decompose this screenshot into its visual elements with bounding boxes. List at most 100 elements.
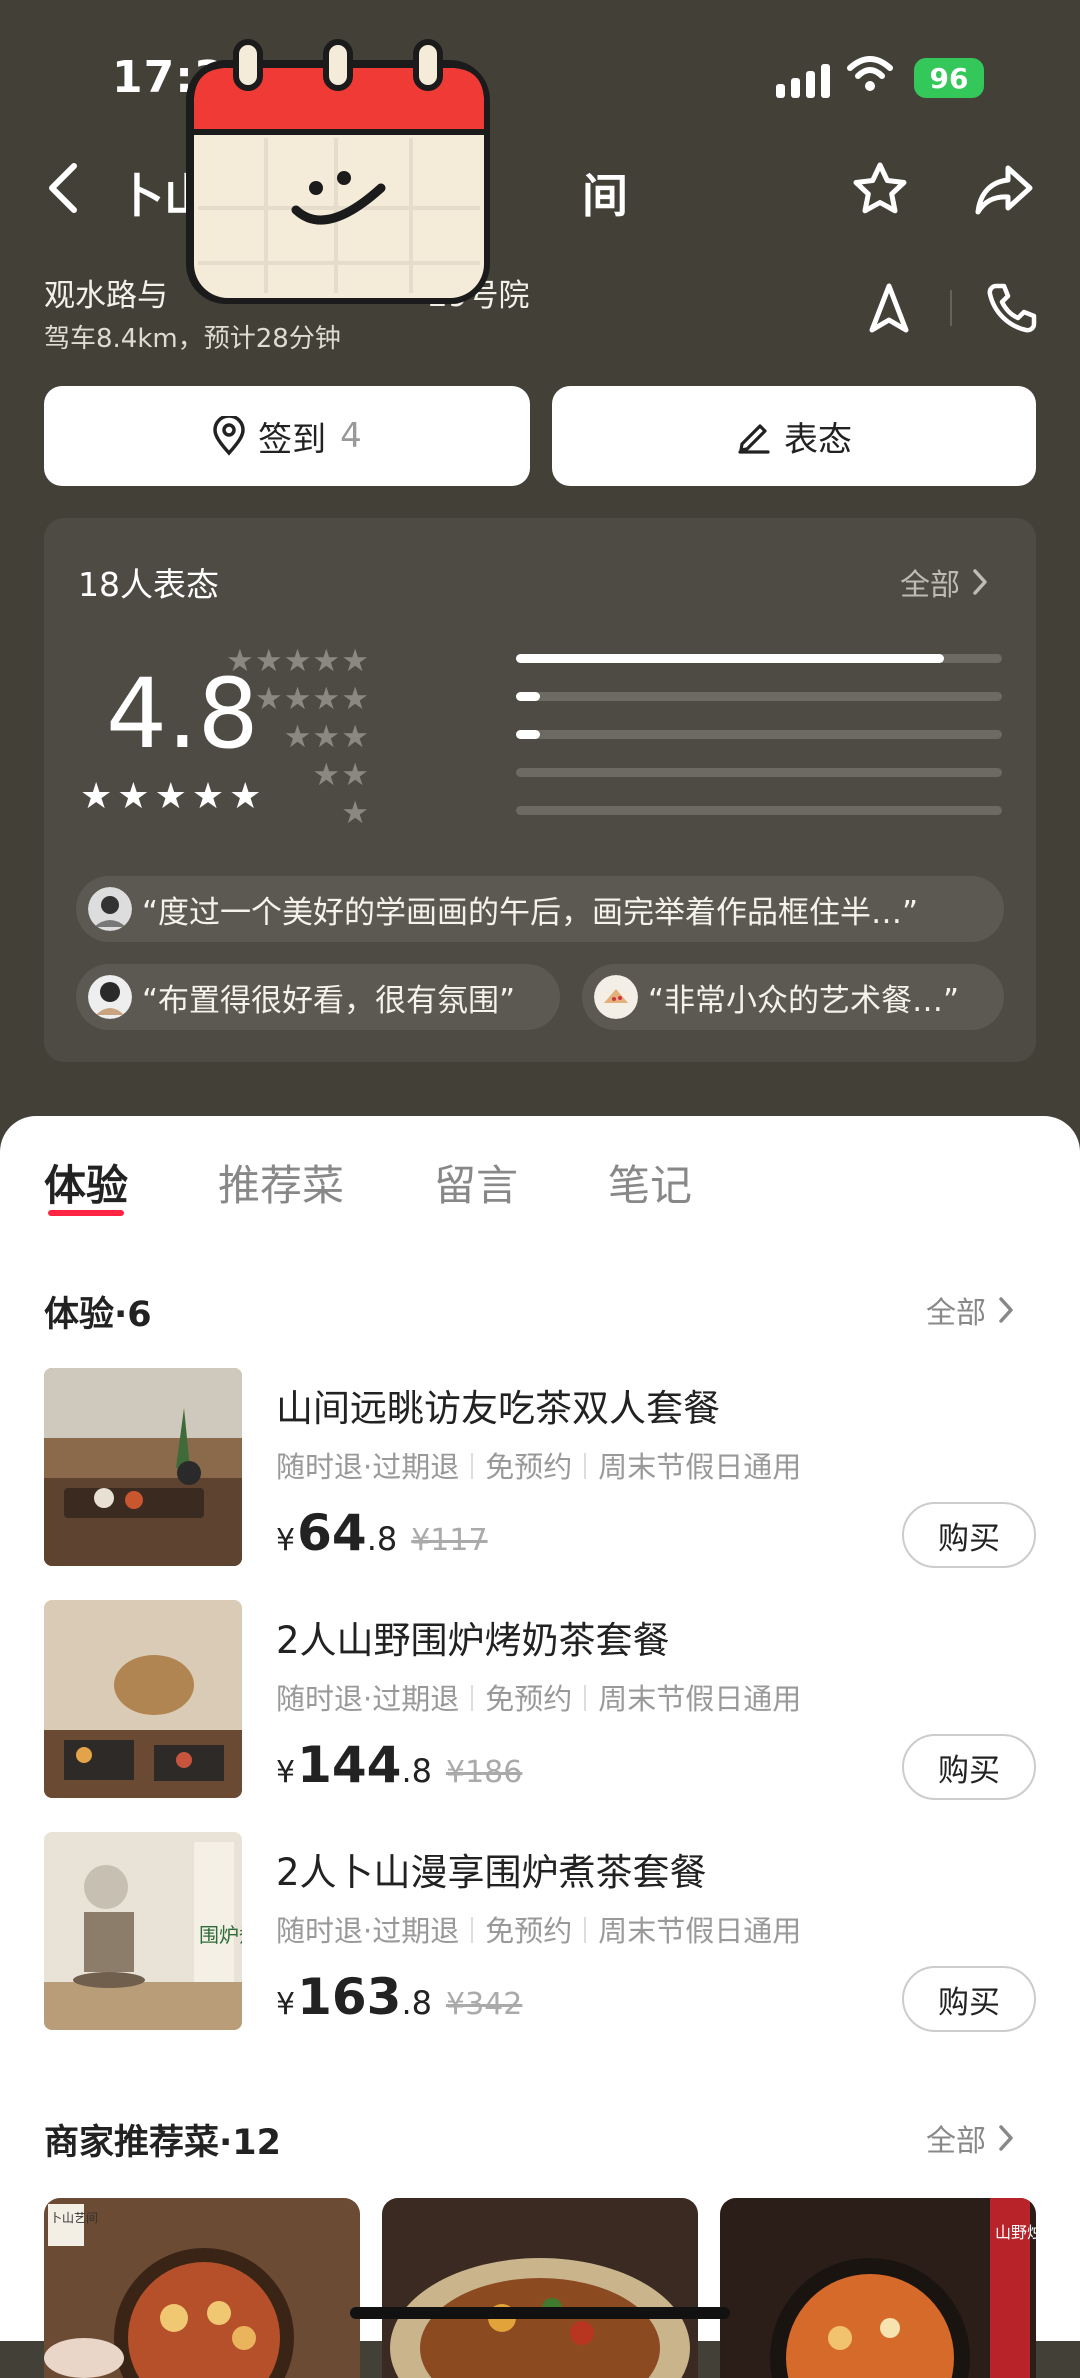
- price-decimal: .8: [401, 1752, 432, 1790]
- avatar: [88, 975, 132, 1019]
- quote-text: “非常小众的艺术餐…”: [648, 982, 960, 1019]
- content-sheet: 体验 推荐菜 留言 笔记 体验·6 全部 山间远眺访友吃茶双人套餐 随时退·过期…: [0, 1116, 1080, 2378]
- price-integer: 64: [297, 1504, 367, 1562]
- buy-button[interactable]: 购买: [902, 1966, 1036, 2032]
- buy-label: 购买: [938, 1752, 1000, 1789]
- original-price: ¥117: [411, 1523, 488, 1558]
- home-indicator[interactable]: [350, 2307, 730, 2319]
- rating-card: 18人表态 全部 4.8 ★ ★ ★ ★ ★ ★★★★★ ★★★★ ★★★ ★★ ★ “…: [44, 518, 1036, 1062]
- deal-tag: 免预约: [485, 1914, 573, 1948]
- deal-price: ¥163.8 ¥342: [276, 1968, 522, 2026]
- avatar: [594, 975, 638, 1019]
- deal-image[interactable]: [44, 1600, 242, 1798]
- deal-tag: 随时退·过期退: [276, 1450, 460, 1484]
- share-button[interactable]: [972, 160, 1036, 224]
- price-decimal: .8: [366, 1520, 398, 1558]
- dish-image[interactable]: [382, 2198, 698, 2378]
- battery-icon: 96: [914, 58, 984, 98]
- rating-bar-fill: [516, 654, 944, 663]
- four-star-row-icon: ★★★★: [254, 681, 370, 717]
- price-currency: ¥: [276, 1755, 296, 1790]
- chevron-right-icon: [999, 1297, 1013, 1323]
- photo-text: 卜山艺间: [50, 2211, 98, 2225]
- review-button[interactable]: 表态: [552, 386, 1036, 486]
- review-quote[interactable]: “度过一个美好的学画画的午后，画完举着作品框住半…”: [76, 876, 1004, 942]
- tab-label: 笔记: [608, 1161, 693, 1210]
- price-integer: 163: [297, 1968, 402, 2026]
- buy-label: 购买: [938, 1984, 1000, 2021]
- quote-text: “度过一个美好的学画画的午后，画完举着作品框住半…”: [142, 894, 919, 931]
- avatar: [88, 887, 132, 931]
- three-star-row-icon: ★★★: [283, 719, 370, 755]
- chevron-right-icon: [973, 569, 987, 595]
- photo-text: 山野烛光酸汤: [995, 2223, 1036, 2242]
- experience-all-label: 全部: [926, 1296, 986, 1331]
- deal-tag: 周末节假日通用: [598, 1450, 802, 1484]
- dish-image[interactable]: 卜山艺间: [44, 2198, 360, 2378]
- buy-button[interactable]: 购买: [902, 1502, 1036, 1568]
- location-pin-icon: [213, 416, 245, 456]
- phone-button[interactable]: [984, 280, 1040, 340]
- battery-level: 96: [929, 61, 969, 95]
- price-currency: ¥: [276, 1987, 296, 2022]
- one-star-row-icon: ★: [341, 795, 370, 831]
- deal-tag: 周末节假日通用: [598, 1682, 802, 1716]
- deal-name[interactable]: 2人山野围炉烤奶茶套餐: [276, 1610, 670, 1664]
- tab-label: 留言: [434, 1161, 519, 1210]
- rating-bar-fill: [516, 692, 541, 701]
- deal-image[interactable]: [44, 1368, 242, 1566]
- deal-name[interactable]: 山间远眺访友吃茶双人套餐: [276, 1378, 720, 1432]
- dishes-all-link[interactable]: 全部: [926, 2116, 1014, 2160]
- price-decimal: .8: [401, 1984, 432, 2022]
- buy-button[interactable]: 购买: [902, 1734, 1036, 1800]
- rating-all-label: 全部: [900, 568, 960, 603]
- rating-bar-1: [516, 806, 1002, 815]
- price-integer: 144: [297, 1736, 402, 1794]
- rating-stars: ★ ★ ★ ★ ★: [80, 776, 261, 817]
- deal-tags: 随时退·过期退 免预约 周末节假日通用: [276, 1908, 801, 1950]
- tab-notes[interactable]: 笔记: [608, 1152, 692, 1213]
- star-icon: ★: [80, 776, 113, 817]
- deal-image[interactable]: 围炉煮茶: [44, 1832, 242, 2030]
- chevron-right-icon: [999, 2125, 1013, 2151]
- tab-indicator: [48, 1210, 124, 1216]
- original-price: ¥342: [446, 1987, 523, 2022]
- address-start: 观水路与: [44, 278, 168, 314]
- rating-bar-3: [516, 730, 1002, 739]
- deal-tag: 随时退·过期退: [276, 1682, 460, 1716]
- two-star-row-icon: ★★: [312, 757, 370, 793]
- tab-recommended-dishes[interactable]: 推荐菜: [218, 1152, 344, 1213]
- deal-tag: 免预约: [485, 1450, 573, 1484]
- review-quote[interactable]: “非常小众的艺术餐…”: [582, 964, 1004, 1030]
- tab-bar: 体验 推荐菜 留言 笔记: [44, 1152, 782, 1216]
- deal-tags: 随时退·过期退 免预约 周末节假日通用: [276, 1444, 801, 1486]
- price-currency: ¥: [276, 1523, 296, 1558]
- deal-tag: 周末节假日通用: [598, 1914, 802, 1948]
- dishes-section-title: 商家推荐菜·12: [44, 2123, 282, 2163]
- rating-bar-5: [516, 654, 1002, 663]
- checkin-label: 签到: [258, 419, 327, 460]
- tab-comments[interactable]: 留言: [434, 1152, 518, 1213]
- tab-label: 推荐菜: [218, 1161, 345, 1210]
- checkin-button[interactable]: 签到 4: [44, 386, 530, 486]
- back-button[interactable]: [44, 160, 84, 220]
- experience-all-link[interactable]: 全部: [926, 1288, 1014, 1332]
- buy-label: 购买: [938, 1520, 1000, 1557]
- calendar-sticker: [176, 38, 502, 312]
- five-star-row-icon: ★★★★★: [226, 643, 370, 679]
- star-icon: ★: [191, 776, 225, 817]
- pen-icon: [738, 424, 770, 454]
- deal-tag: 随时退·过期退: [276, 1914, 460, 1948]
- dish-image[interactable]: 山野烛光酸汤: [720, 2198, 1036, 2378]
- star-icon: ★: [154, 776, 187, 817]
- review-label: 表态: [784, 419, 852, 460]
- favorite-button[interactable]: [850, 160, 910, 224]
- navigate-button[interactable]: [866, 282, 912, 340]
- rating-all-link[interactable]: 全部: [900, 560, 988, 604]
- tab-experience[interactable]: 体验: [44, 1152, 128, 1216]
- deal-name[interactable]: 2人卜山漫享围炉煮茶套餐: [276, 1842, 707, 1896]
- dishes-all-label: 全部: [926, 2124, 986, 2159]
- quote-text: “布置得很好看，很有氛围”: [142, 982, 516, 1019]
- title-end: 间: [582, 169, 628, 223]
- review-quote[interactable]: “布置得很好看，很有氛围”: [76, 964, 560, 1030]
